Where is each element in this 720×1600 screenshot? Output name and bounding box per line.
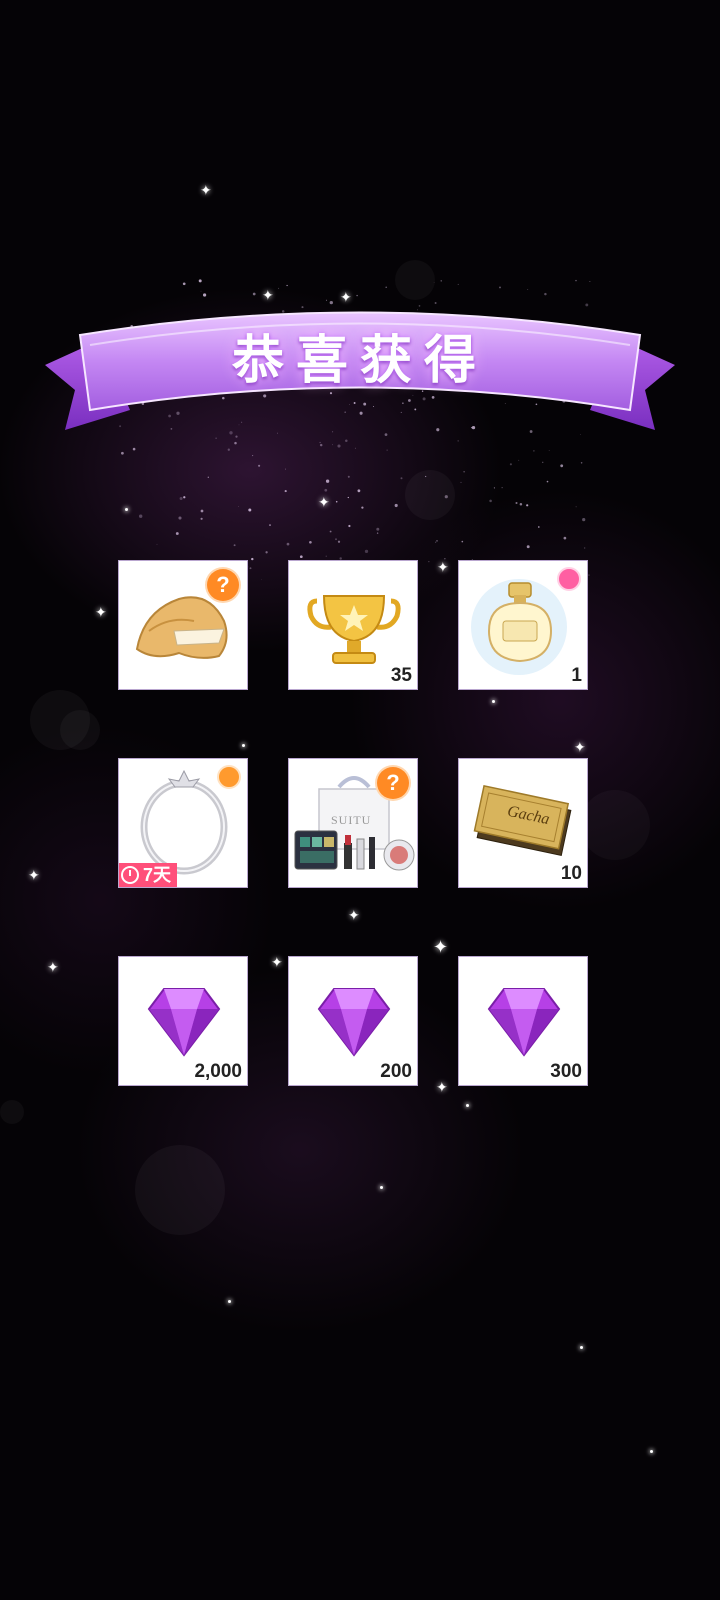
sparkle: ✦ bbox=[47, 959, 59, 975]
banner-title: 恭喜获得 bbox=[231, 330, 488, 391]
sparkle: ✦ bbox=[271, 954, 283, 970]
reward-item-cosmetics-bundle[interactable]: SUITU ? bbox=[288, 758, 418, 888]
reward-item-diamond[interactable]: 200 bbox=[288, 956, 418, 1086]
sparkle: ✦ bbox=[433, 937, 449, 957]
clock-icon bbox=[121, 866, 139, 884]
sparkle: ✦ bbox=[348, 907, 360, 923]
unknown-item-badge: ? bbox=[377, 767, 409, 799]
item-quantity: 2,000 bbox=[194, 1061, 242, 1082]
reward-item-diamond[interactable]: 300 bbox=[458, 956, 588, 1086]
cosmetics-brand-label: SUITU bbox=[331, 813, 372, 827]
reward-item-perfume[interactable]: 1 bbox=[458, 560, 588, 690]
timer-text: 7天 bbox=[143, 865, 172, 885]
bokeh-light bbox=[0, 1100, 24, 1124]
reward-screen[interactable]: ✦ ✦ ✦ ✦ ✦ ✦ ✦ ✦ ✦ ✦ ✦ ✦ ✦ 恭喜获得 ? 35 1 7天… bbox=[0, 0, 720, 1600]
star bbox=[650, 1450, 653, 1453]
item-quantity: 35 bbox=[390, 665, 412, 686]
item-quantity: 1 bbox=[571, 665, 582, 686]
star bbox=[228, 1300, 231, 1303]
star bbox=[466, 1104, 469, 1107]
perfume-type-icon bbox=[557, 567, 581, 591]
star bbox=[580, 1346, 583, 1349]
item-quantity: 200 bbox=[380, 1061, 412, 1082]
expiry-timer: 7天 bbox=[119, 863, 178, 887]
reward-item-diamond[interactable]: 2,000 bbox=[118, 956, 248, 1086]
bokeh-light bbox=[580, 790, 650, 860]
unknown-item-badge: ? bbox=[207, 569, 239, 601]
avatar-frame-icon bbox=[217, 765, 241, 789]
item-quantity: 300 bbox=[550, 1061, 582, 1082]
reward-item-gold-trophy[interactable]: 35 bbox=[288, 560, 418, 690]
sparkle: ✦ bbox=[436, 1079, 448, 1095]
item-quantity: 10 bbox=[560, 863, 582, 884]
reward-item-gacha-ticket[interactable]: Gacha 10 bbox=[458, 758, 588, 888]
sparkle: ✦ bbox=[28, 867, 40, 883]
congrats-banner: 恭喜获得 bbox=[40, 290, 680, 460]
reward-item-fortune-cookie[interactable]: ? bbox=[118, 560, 248, 690]
star bbox=[380, 1186, 383, 1189]
reward-item-silver-ring-frame[interactable]: 7天 bbox=[118, 758, 248, 888]
bokeh-light bbox=[135, 1145, 225, 1235]
